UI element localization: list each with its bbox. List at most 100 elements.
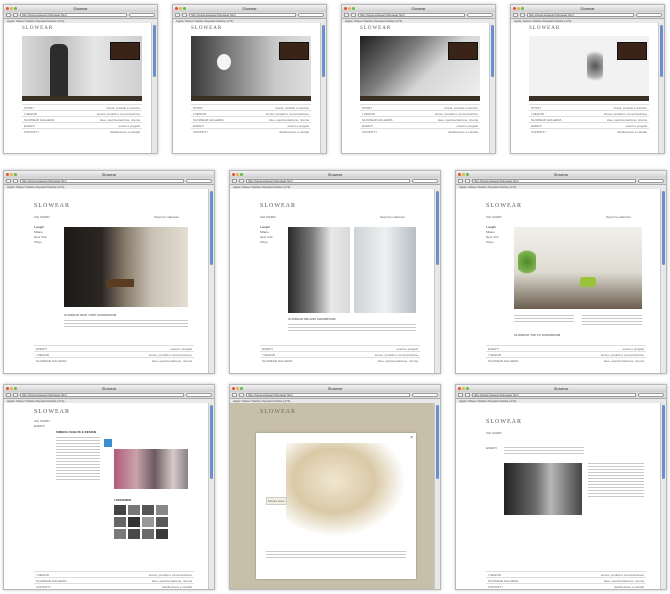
back-button[interactable] (6, 393, 11, 397)
scrollbar[interactable] (434, 189, 440, 373)
list-item[interactable]: CONTATTI distribuzione e contatti (529, 128, 649, 134)
address-bar[interactable]: http://www.slowear.it/slowear.html (358, 13, 465, 17)
forward-button[interactable] (13, 393, 18, 397)
minimize-icon[interactable] (236, 173, 239, 176)
site-logo[interactable]: SLOWEAR (360, 26, 391, 31)
address-bar[interactable]: http://www.slowear.it/slowear.html (20, 13, 127, 17)
list-item[interactable]: CONTATTI distribuzione e contatti (486, 583, 646, 589)
scrollbar[interactable] (320, 23, 326, 153)
site-logo[interactable]: SLOWEAR (22, 26, 53, 31)
eventi-link[interactable]: EVENTI (34, 424, 45, 428)
zoom-icon[interactable] (14, 7, 17, 10)
zoom-icon[interactable] (183, 7, 186, 10)
search-field[interactable] (412, 393, 438, 397)
address-bar[interactable]: http://www.slowear.it/slowear.html (189, 13, 296, 17)
list-item[interactable]: CONTATTI distribuzione e contatti (360, 128, 480, 134)
back-button[interactable] (232, 179, 237, 183)
forward-button[interactable] (465, 393, 470, 397)
search-field[interactable] (186, 179, 212, 183)
designer-photo[interactable] (142, 505, 154, 515)
close-icon[interactable] (6, 387, 9, 390)
forward-button[interactable] (239, 393, 244, 397)
back-button[interactable] (458, 393, 463, 397)
designer-photo[interactable] (156, 517, 168, 527)
scrollbar[interactable] (658, 23, 664, 153)
list-item[interactable]: CONTATTI distribuzione e contatti (22, 128, 142, 134)
site-logo[interactable]: SLOWEAR (260, 203, 296, 209)
minimize-icon[interactable] (10, 387, 13, 390)
designer-photo[interactable] (128, 517, 140, 527)
zoom-icon[interactable] (240, 387, 243, 390)
city-item[interactable]: Tokyo (486, 240, 499, 245)
forward-button[interactable] (13, 13, 18, 17)
zoom-icon[interactable] (14, 387, 17, 390)
forward-button[interactable] (239, 179, 244, 183)
list-item[interactable]: SLOWEAR GALLERIA idee, sperimentazione, r… (260, 357, 420, 363)
site-logo[interactable]: SLOWEAR (34, 409, 70, 415)
scrollbar[interactable] (208, 189, 214, 373)
search-field[interactable] (638, 393, 664, 397)
close-icon[interactable] (344, 7, 347, 10)
close-icon[interactable]: × (410, 435, 413, 441)
back-button[interactable] (232, 393, 237, 397)
site-logo[interactable]: SLOWEAR (260, 409, 296, 415)
site-logo[interactable]: SLOWEAR (529, 26, 560, 31)
minimize-icon[interactable] (179, 7, 182, 10)
search-field[interactable] (412, 179, 438, 183)
minimize-icon[interactable] (348, 7, 351, 10)
designer-photo[interactable] (128, 505, 140, 515)
zoom-icon[interactable] (466, 387, 469, 390)
scrollbar[interactable] (660, 189, 666, 373)
close-icon[interactable] (458, 387, 461, 390)
chi-siamo-link[interactable]: CHI SIAMO (260, 215, 276, 219)
chi-siamo-link[interactable]: CHI SIAMO (34, 419, 50, 423)
search-field[interactable] (298, 13, 324, 17)
designer-photo[interactable] (156, 505, 168, 515)
label-note[interactable]: Mostra testo (266, 497, 287, 505)
forward-button[interactable] (182, 13, 187, 17)
address-bar[interactable]: http://www.slowear.it/slowear.html (20, 179, 184, 183)
forward-button[interactable] (520, 13, 525, 17)
close-icon[interactable] (458, 173, 461, 176)
search-field[interactable] (638, 179, 664, 183)
scrollbar[interactable] (489, 23, 495, 153)
address-bar[interactable]: http://www.slowear.it/slowear.html (20, 393, 184, 397)
designer-photo[interactable] (114, 529, 126, 539)
designer-photo[interactable] (142, 517, 154, 527)
zoom-icon[interactable] (466, 173, 469, 176)
minimize-icon[interactable] (517, 7, 520, 10)
eventi-link[interactable]: EVENTI (486, 446, 497, 450)
scrollbar[interactable] (660, 403, 666, 589)
search-field[interactable] (129, 13, 155, 17)
address-bar[interactable]: http://www.slowear.it/slowear.html (472, 393, 636, 397)
back-button[interactable] (513, 13, 518, 17)
site-logo[interactable]: SLOWEAR (191, 26, 222, 31)
site-logo[interactable]: SLOWEAR (486, 203, 522, 209)
city-item[interactable]: Tokyo (34, 240, 47, 245)
zoom-icon[interactable] (240, 173, 243, 176)
minimize-icon[interactable] (462, 387, 465, 390)
address-bar[interactable]: http://www.slowear.it/slowear.html (527, 13, 634, 17)
search-field[interactable] (636, 13, 662, 17)
close-icon[interactable] (6, 7, 9, 10)
zoom-icon[interactable] (14, 173, 17, 176)
address-bar[interactable]: http://www.slowear.it/slowear.html (246, 393, 410, 397)
scrollbar[interactable] (434, 403, 440, 589)
collections-link[interactable]: Scopri le collezioni (380, 215, 405, 219)
back-button[interactable] (458, 179, 463, 183)
close-icon[interactable] (513, 7, 516, 10)
designer-photo[interactable] (114, 505, 126, 515)
search-field[interactable] (186, 393, 212, 397)
back-button[interactable] (175, 13, 180, 17)
list-item[interactable]: SLOWEAR GALLERIA idee, sperimentazione, r… (34, 357, 194, 363)
forward-button[interactable] (465, 179, 470, 183)
address-bar[interactable]: http://www.slowear.it/slowear.html (472, 179, 636, 183)
address-bar[interactable]: http://www.slowear.it/slowear.html (246, 179, 410, 183)
scrollbar[interactable] (151, 23, 157, 153)
scrollbar[interactable] (208, 403, 214, 589)
zoom-icon[interactable] (521, 7, 524, 10)
collections-link[interactable]: Scopri le collezioni (606, 215, 631, 219)
designer-photo[interactable] (114, 517, 126, 527)
close-icon[interactable] (232, 387, 235, 390)
minimize-icon[interactable] (10, 173, 13, 176)
